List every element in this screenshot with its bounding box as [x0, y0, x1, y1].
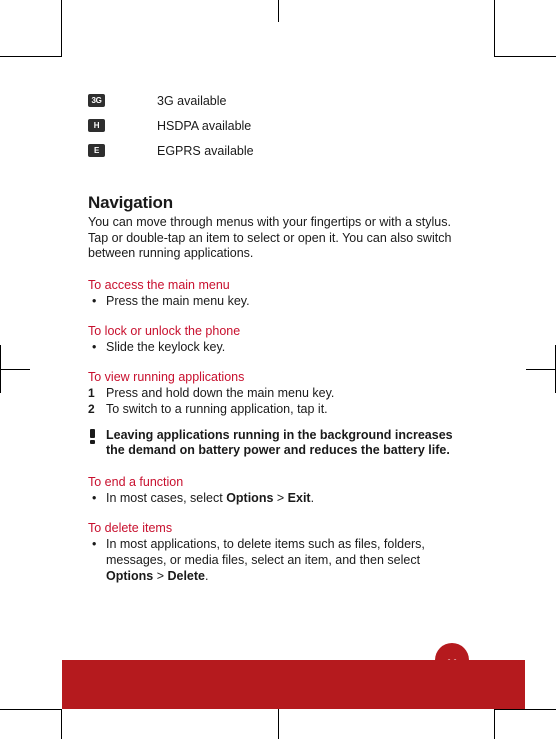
- status-indicator-row: H HSDPA available: [88, 113, 468, 138]
- crop-mark-bottom-center-vertical: [278, 709, 279, 739]
- 3g-status-icon: 3G: [88, 94, 105, 107]
- step-text: To switch to a running application, tap …: [106, 402, 328, 417]
- menu-path-separator: >: [153, 568, 168, 583]
- crop-mark-bottom-left-vertical: [61, 709, 62, 739]
- page-content: 3G 3G available H HSDPA available E EGPR…: [88, 88, 468, 598]
- bullet-icon: •: [92, 537, 97, 552]
- bullet-icon: •: [92, 340, 97, 355]
- crop-mark-mid-right-horizontal: [526, 369, 556, 370]
- step-list: • Press the main menu key.: [88, 294, 468, 310]
- task-heading: To delete items: [88, 520, 173, 535]
- exclamation-icon: [90, 428, 95, 444]
- menu-path-exit: Exit: [287, 491, 311, 506]
- task-access-main-menu: To access the main menu • Press the main …: [88, 278, 468, 310]
- crop-mark-bottom-left-horizontal: [0, 709, 62, 710]
- list-item: • Slide the keylock key.: [88, 340, 468, 356]
- note-callout: Leaving applications running in the back…: [88, 428, 468, 459]
- crop-mark-top-left-horizontal: [0, 56, 62, 57]
- footer-bar: [62, 660, 525, 709]
- list-item: • In most applications, to delete items s…: [88, 537, 468, 584]
- crop-mark-mid-left-horizontal: [0, 369, 30, 370]
- status-indicator-row: E EGPRS available: [88, 138, 468, 163]
- task-view-running-applications: To view running applications 1 Press and …: [88, 370, 468, 418]
- egprs-status-icon: E: [88, 144, 105, 157]
- crop-mark-top-right-vertical: [494, 0, 495, 56]
- page-title: Navigation: [88, 193, 173, 212]
- status-indicator-list: 3G 3G available H HSDPA available E EGPR…: [88, 88, 468, 163]
- step-list: • Slide the keylock key.: [88, 340, 468, 356]
- step-text-prefix: In most cases, select: [106, 491, 227, 506]
- menu-path-options: Options: [106, 568, 154, 583]
- note-text: Leaving applications running in the back…: [106, 427, 453, 458]
- step-list: • In most cases, select Options > Exit.: [88, 491, 468, 507]
- step-text: Press and hold down the main menu key.: [106, 386, 335, 401]
- status-indicator-label: 3G available: [157, 93, 227, 108]
- status-indicator-row: 3G 3G available: [88, 88, 468, 113]
- list-item: • Press the main menu key.: [88, 294, 468, 310]
- step-number: 1: [88, 386, 95, 401]
- crop-mark-bottom-right-horizontal: [494, 709, 556, 710]
- status-indicator-label: EGPRS available: [157, 143, 254, 158]
- task-heading: To end a function: [88, 474, 184, 489]
- menu-path-separator: >: [273, 491, 288, 506]
- step-text-prefix: In most applications, to delete items su…: [106, 537, 425, 568]
- list-item: • In most cases, select Options > Exit.: [88, 491, 468, 507]
- step-text-suffix: .: [310, 491, 315, 506]
- bullet-icon: •: [92, 294, 97, 309]
- task-delete-items: To delete items • In most applications, t…: [88, 521, 468, 584]
- step-list: 1 Press and hold down the main menu key. …: [88, 386, 468, 417]
- status-indicator-label: HSDPA available: [157, 118, 252, 133]
- step-list: • In most applications, to delete items s…: [88, 537, 468, 584]
- crop-mark-top-center-vertical: [278, 0, 279, 22]
- menu-path-delete: Delete: [167, 568, 205, 583]
- task-heading: To view running applications: [88, 369, 245, 384]
- list-item: 2 To switch to a running application, tap…: [88, 402, 468, 418]
- step-text-suffix: .: [205, 568, 209, 583]
- hsdpa-status-icon: H: [88, 119, 105, 132]
- crop-mark-top-right-horizontal: [494, 56, 556, 57]
- menu-path-options: Options: [226, 491, 274, 506]
- list-item: 1 Press and hold down the main menu key.: [88, 386, 468, 402]
- step-text: Slide the keylock key.: [106, 340, 226, 355]
- task-heading: To access the main menu: [88, 277, 230, 292]
- task-end-a-function: To end a function • In most cases, select…: [88, 475, 468, 507]
- crop-mark-top-left-vertical: [61, 0, 62, 56]
- step-number: 2: [88, 402, 95, 417]
- task-lock-unlock-phone: To lock or unlock the phone • Slide the k…: [88, 324, 468, 356]
- bullet-icon: •: [92, 491, 97, 506]
- step-text: Press the main menu key.: [106, 294, 250, 309]
- section-intro-paragraph: You can move through menus with your fin…: [88, 215, 452, 261]
- crop-mark-mid-left-tick: [0, 345, 1, 393]
- task-heading: To lock or unlock the phone: [88, 323, 241, 338]
- crop-mark-bottom-right-vertical: [494, 709, 495, 739]
